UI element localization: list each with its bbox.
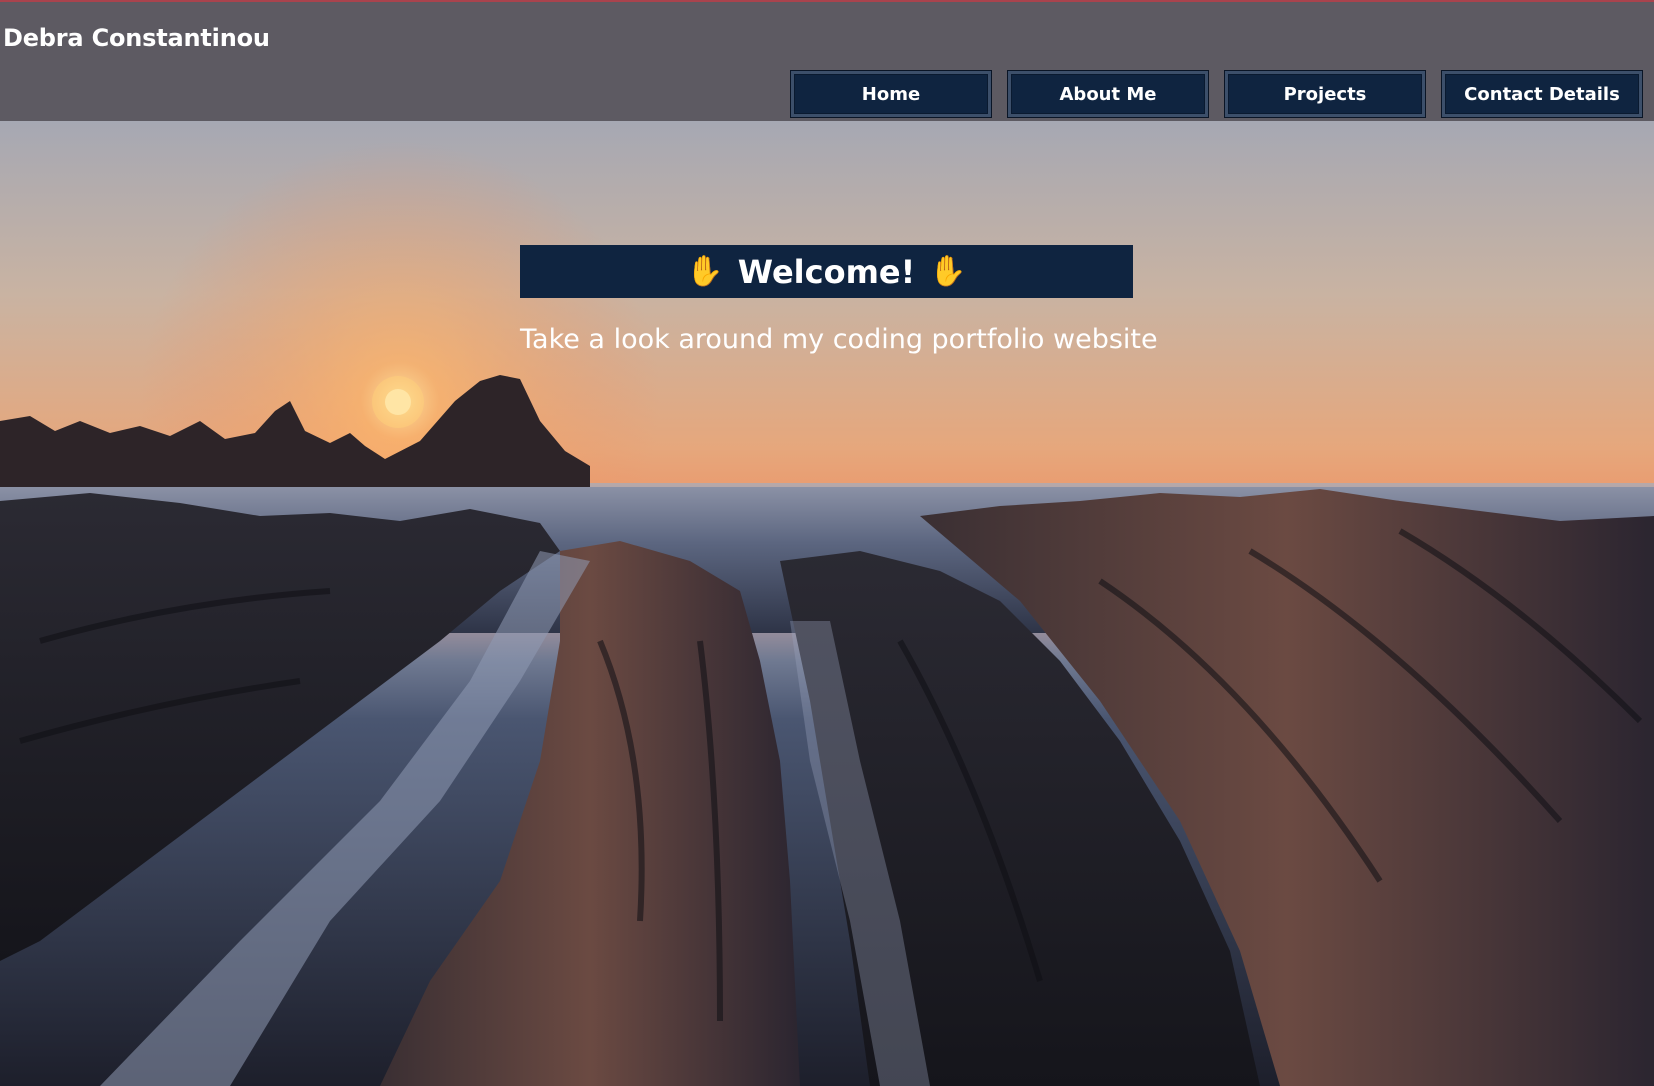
nav-button-contact-details[interactable]: Contact Details — [1441, 70, 1643, 118]
nav-button-projects[interactable]: Projects — [1224, 70, 1426, 118]
welcome-banner: ✋ Welcome! ✋ — [520, 245, 1133, 298]
nav-button-home[interactable]: Home — [790, 70, 992, 118]
site-header: Debra Constantinou Home About Me Project… — [0, 0, 1654, 121]
page: Debra Constantinou Home About Me Project… — [0, 0, 1654, 1086]
raised-hand-icon: ✋ — [929, 253, 967, 289]
nav-button-about-me[interactable]: About Me — [1007, 70, 1209, 118]
site-title[interactable]: Debra Constantinou — [3, 24, 270, 52]
welcome-heading: Welcome! — [737, 252, 916, 291]
raised-hand-icon: ✋ — [686, 253, 724, 289]
hero-tagline: Take a look around my coding portfolio w… — [520, 324, 1158, 355]
main-nav: Home About Me Projects Contact Details — [790, 70, 1643, 118]
